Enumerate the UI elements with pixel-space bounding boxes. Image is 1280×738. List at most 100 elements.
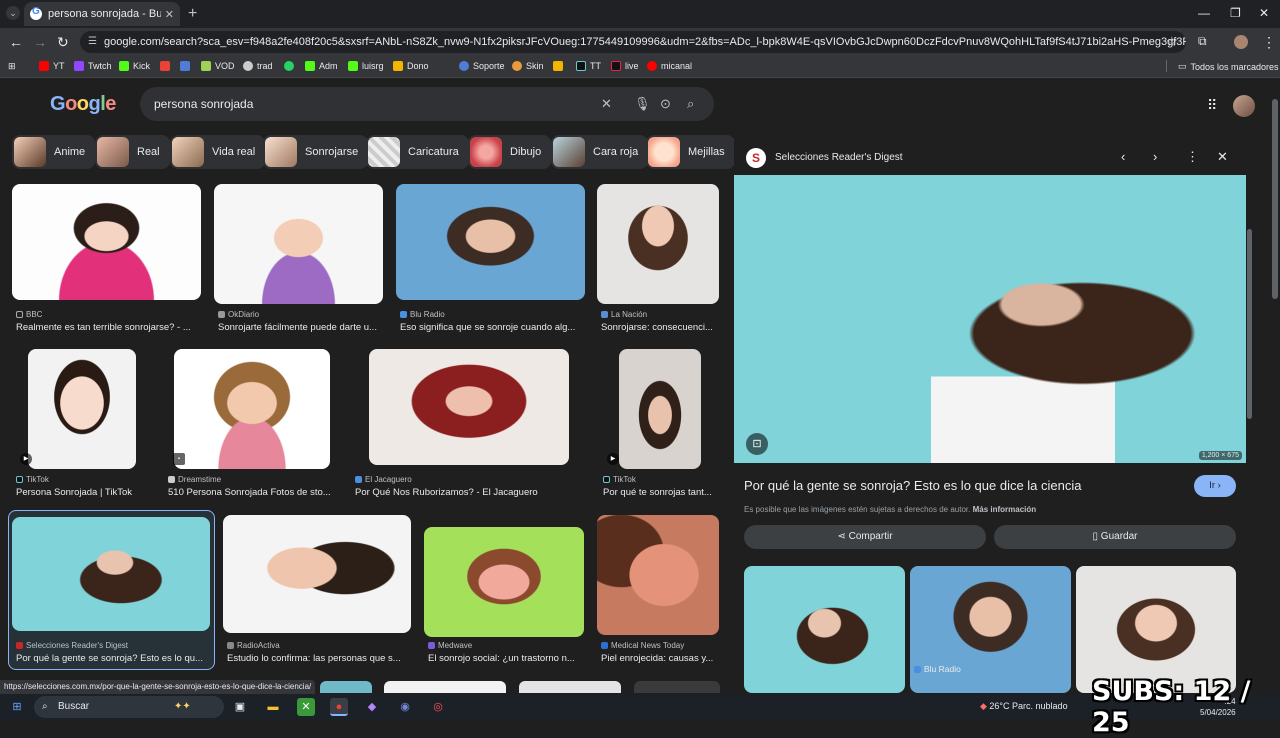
- panel-title[interactable]: Por qué la gente se sonroja? Esto es lo …: [744, 478, 1082, 493]
- chrome-icon[interactable]: ●: [330, 698, 348, 716]
- previous-icon[interactable]: ‹: [1121, 149, 1125, 164]
- clear-icon[interactable]: ✕: [601, 87, 612, 121]
- result-card-selected[interactable]: Selecciones Reader's Digest Por qué la g…: [12, 517, 212, 667]
- file-explorer-icon[interactable]: ▬: [264, 698, 282, 716]
- result-image-partial[interactable]: [384, 681, 506, 693]
- result-caption[interactable]: Sonrojarse: consecuenci...: [601, 322, 721, 333]
- google-apps-icon[interactable]: ⠿: [1207, 97, 1217, 114]
- forward-icon[interactable]: →: [33, 34, 47, 50]
- result-image[interactable]: [619, 349, 701, 469]
- task-view-icon[interactable]: ▣: [231, 698, 249, 716]
- result-card[interactable]: La Nación Sonrojarse: consecuenci...: [597, 184, 721, 334]
- gmail-bookmark[interactable]: [160, 61, 174, 71]
- related-image[interactable]: Blu Radio: [910, 566, 1071, 693]
- panel-scrollbar[interactable]: [1247, 229, 1252, 419]
- panel-site-name[interactable]: Selecciones Reader's Digest: [775, 152, 903, 163]
- result-caption[interactable]: Eso significa que se sonroje cuando alg.…: [400, 322, 586, 333]
- bookmarks-folder[interactable]: ▭ Todos los marcadores: [1178, 61, 1279, 72]
- extensions-icon[interactable]: ⧉: [1198, 34, 1207, 49]
- result-image[interactable]: [369, 349, 569, 465]
- result-image[interactable]: [28, 349, 136, 469]
- chip-anime[interactable]: Anime: [12, 135, 96, 169]
- result-card[interactable]: El Jacaguero Por Qué Nos Ruborizamos? - …: [351, 349, 587, 503]
- close-tab-icon[interactable]: ✕: [165, 8, 174, 21]
- minimize-icon[interactable]: —: [1198, 6, 1210, 20]
- result-caption[interactable]: Por qué la gente se sonroja? Esto es lo …: [16, 653, 210, 664]
- bookmark-vod[interactable]: VOD: [201, 61, 235, 71]
- result-caption[interactable]: Piel enrojecida: causas y...: [601, 653, 721, 664]
- profile-avatar[interactable]: [1234, 35, 1248, 49]
- bookmark-luisrg[interactable]: luisrg: [348, 61, 384, 71]
- close-panel-icon[interactable]: ✕: [1217, 149, 1228, 165]
- result-card[interactable]: ▶ TikTok Persona Sonrojada | TikTok: [12, 349, 152, 503]
- bookmark-dono[interactable]: Dono: [393, 61, 429, 71]
- lens-search-icon[interactable]: ⊡: [746, 433, 768, 455]
- discord-icon[interactable]: ◉: [396, 698, 414, 716]
- windows-start-icon[interactable]: ⊞: [8, 698, 26, 716]
- bookmark-yt[interactable]: YT: [39, 61, 65, 71]
- bookmark-grid[interactable]: [553, 61, 567, 71]
- chip-vida-real[interactable]: Vida real: [170, 135, 266, 169]
- microphone-icon[interactable]: 🎙: [634, 87, 651, 121]
- result-caption[interactable]: 510 Persona Sonrojada Fotos de sto...: [168, 487, 339, 498]
- app-icon[interactable]: ◆: [363, 698, 381, 716]
- result-image[interactable]: [597, 515, 719, 635]
- result-image[interactable]: [424, 527, 584, 637]
- result-image[interactable]: [396, 184, 585, 300]
- result-caption[interactable]: Por qué te sonrojas tant...: [603, 487, 721, 498]
- bookmark-skin[interactable]: Skin: [512, 61, 544, 71]
- result-image[interactable]: [174, 349, 330, 469]
- result-image[interactable]: [223, 515, 411, 633]
- account-avatar[interactable]: [1233, 95, 1255, 117]
- bookmark-star-icon[interactable]: ☆: [1166, 34, 1178, 50]
- result-card[interactable]: ▶ TikTok Por qué te sonrojas tant...: [599, 349, 721, 503]
- related-image[interactable]: [1076, 566, 1236, 693]
- result-card[interactable]: Medical News Today Piel enrojecida: caus…: [597, 515, 721, 669]
- result-image-partial[interactable]: [320, 681, 372, 693]
- result-card[interactable]: BBC Realmente es tan terrible sonrojarse…: [12, 184, 202, 334]
- result-caption[interactable]: Sonrojarte fácilmente puede darte u...: [218, 322, 384, 333]
- back-icon[interactable]: ←: [9, 34, 23, 50]
- bookmark-live[interactable]: live: [611, 61, 639, 71]
- bookmark-micanal[interactable]: micanal: [647, 61, 692, 71]
- scrollbar-thumb[interactable]: [1272, 99, 1278, 299]
- bookmark-twitch[interactable]: Twtch: [74, 61, 112, 71]
- weather-widget[interactable]: ◆ 26°C Parc. nublado: [980, 701, 1068, 712]
- window-close-icon[interactable]: ✕: [1259, 6, 1269, 20]
- chip-cara-roja[interactable]: Cara roja: [551, 135, 649, 169]
- tab-search-icon[interactable]: ⌄: [6, 6, 20, 20]
- result-card[interactable]: ▪ Dreamstime 510 Persona Sonrojada Fotos…: [164, 349, 339, 503]
- browser-menu-icon[interactable]: ⋮: [1262, 34, 1276, 51]
- address-bar[interactable]: ☰ google.com/search?sca_esv=f948a2fe408f…: [80, 31, 1186, 53]
- result-card[interactable]: OkDiario Sonrojarte fácilmente puede dar…: [214, 184, 384, 334]
- result-image[interactable]: [12, 184, 201, 300]
- result-caption[interactable]: Persona Sonrojada | TikTok: [16, 487, 152, 498]
- bookmark-kick[interactable]: Kick: [119, 61, 150, 71]
- google-logo[interactable]: Google: [50, 93, 116, 116]
- lens-icon[interactable]: ⊙: [660, 87, 671, 121]
- preview-image[interactable]: ⊡ 1,200 × 675: [734, 175, 1246, 463]
- reload-icon[interactable]: ↻: [57, 34, 69, 51]
- search-icon[interactable]: ⌕: [687, 87, 694, 121]
- result-image-partial[interactable]: [634, 681, 720, 693]
- related-image[interactable]: [744, 566, 905, 693]
- restore-icon[interactable]: ❐: [1230, 6, 1241, 20]
- bookmark-app[interactable]: [180, 61, 194, 71]
- result-image-partial[interactable]: [519, 681, 621, 693]
- new-tab-icon[interactable]: +: [188, 5, 197, 23]
- apps-grid-icon[interactable]: ⊞: [8, 61, 16, 72]
- minecraft-icon[interactable]: ✕: [297, 698, 315, 716]
- bookmark-tt[interactable]: TT: [576, 61, 601, 71]
- next-icon[interactable]: ›: [1153, 149, 1157, 164]
- search-input[interactable]: persona sonrojada ✕ 🎙 ⊙ ⌕: [140, 87, 714, 121]
- chip-sonrojarse[interactable]: Sonrojarse: [263, 135, 369, 169]
- chip-dibujo[interactable]: Dibujo: [468, 135, 552, 169]
- site-info-icon[interactable]: ☰: [88, 31, 97, 53]
- bookmark-whatsapp[interactable]: [284, 61, 298, 71]
- chip-caricatura[interactable]: Caricatura: [366, 135, 469, 169]
- page-scrollbar[interactable]: [1270, 79, 1280, 693]
- result-card[interactable]: RadioActiva Estudio lo confirma: las per…: [223, 515, 413, 669]
- result-image[interactable]: [597, 184, 719, 304]
- save-button[interactable]: ▯ Guardar: [994, 525, 1236, 549]
- obs-icon[interactable]: ◎: [429, 698, 447, 716]
